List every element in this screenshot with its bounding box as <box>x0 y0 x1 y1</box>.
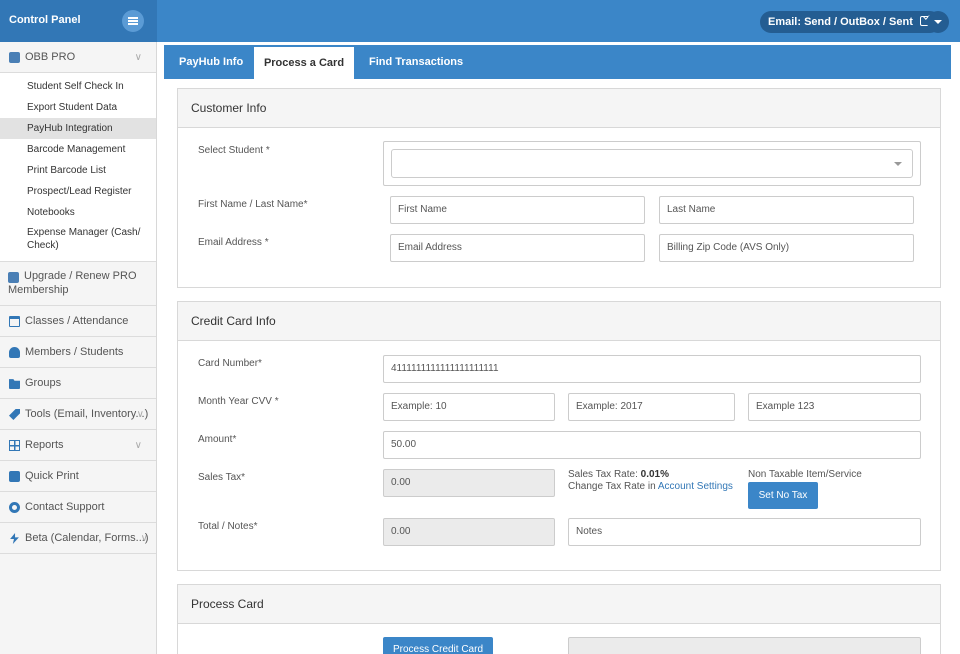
change-tax-text: Change Tax Rate in <box>568 481 656 492</box>
sales-tax-label: Sales Tax* <box>198 472 246 483</box>
sidebar-item-contact-support[interactable]: Contact Support <box>0 492 156 523</box>
month-input[interactable]: Example: 10 <box>383 393 555 421</box>
tab-payhub-info[interactable]: PayHub Info <box>179 45 243 79</box>
sidebar-item-label: OBB PRO <box>25 51 76 63</box>
month-year-cvv-label: Month Year CVV * <box>198 396 279 407</box>
credit-card-info-card: Credit Card Info Card Number* 4111111111… <box>177 301 941 571</box>
sidebar-item-quick-print[interactable]: Quick Print <box>0 461 156 492</box>
calendar-icon <box>9 316 20 327</box>
brand-title: Control Panel <box>9 14 81 26</box>
chevron-down-icon: ∨ <box>134 440 142 451</box>
card-number-input[interactable]: 4111111111111111111111 <box>383 355 921 383</box>
sidebar: OBB PRO ∨ Student Self Check In Export S… <box>0 42 157 654</box>
tab-process-a-card[interactable]: Process a Card <box>254 45 354 79</box>
sidebar-toggle-icon[interactable] <box>122 10 144 32</box>
total-notes-label: Total / Notes* <box>198 521 258 532</box>
sidebar-item-label: Groups <box>25 377 62 389</box>
tax-rate-prefix: Sales Tax Rate: <box>568 469 638 480</box>
folder-icon <box>9 379 20 389</box>
customer-info-card: Customer Info Select Student * First Nam… <box>177 88 941 288</box>
non-taxable-label: Non Taxable Item/Service <box>748 469 862 480</box>
sidebar-item-label: Contact Support <box>25 501 105 513</box>
cvv-input[interactable]: Example 123 <box>748 393 921 421</box>
credit-card-info-title: Credit Card Info <box>178 302 940 341</box>
sales-tax-input: 0.00 <box>383 469 555 497</box>
year-input[interactable]: Example: 2017 <box>568 393 735 421</box>
select-student-container <box>383 141 921 186</box>
sidebar-item-label: Beta (Calendar, Forms...) <box>25 532 149 544</box>
process-credit-card-button[interactable]: Process Credit Card <box>383 637 493 654</box>
customer-info-title: Customer Info <box>178 89 940 128</box>
set-no-tax-button[interactable]: Set No Tax <box>748 482 818 509</box>
cubes-icon <box>8 272 19 283</box>
card-number-label: Card Number* <box>198 358 262 369</box>
life-ring-icon <box>9 502 20 513</box>
name-label: First Name / Last Name* <box>198 199 308 210</box>
sidebar-item-label: Quick Print <box>25 470 79 482</box>
sidebar-item-groups[interactable]: Groups <box>0 368 156 399</box>
sidebar-item-members[interactable]: Members / Students <box>0 337 156 368</box>
sidebar-item-beta[interactable]: Beta (Calendar, Forms...) ∨ <box>0 523 156 554</box>
email-label: Email Address * <box>198 237 269 248</box>
process-card-title: Process Card <box>178 585 940 624</box>
sidebar-item-tools[interactable]: Tools (Email, Inventory...) ∨ <box>0 399 156 430</box>
chevron-down-icon: ∨ <box>134 52 142 63</box>
notes-input[interactable]: Notes <box>568 518 921 546</box>
last-name-input[interactable]: Last Name <box>659 196 914 224</box>
tab-find-transactions[interactable]: Find Transactions <box>369 45 463 79</box>
brand-area: Control Panel <box>0 0 157 42</box>
submenu-item-self-check-in[interactable]: Student Self Check In <box>0 76 156 97</box>
top-bar: Control Panel Email: Send / OutBox / Sen… <box>0 0 960 42</box>
submenu-item-export-data[interactable]: Export Student Data <box>0 97 156 118</box>
submenu-item-barcode-management[interactable]: Barcode Management <box>0 139 156 160</box>
amount-label: Amount* <box>198 434 237 445</box>
sidebar-item-obb-pro[interactable]: OBB PRO ∨ <box>0 42 156 73</box>
sidebar-item-reports[interactable]: Reports ∨ <box>0 430 156 461</box>
chevron-down-icon: ∨ <box>140 533 148 544</box>
sidebar-item-label: Classes / Attendance <box>25 315 129 327</box>
email-label: Email: Send / OutBox / Sent <box>768 16 913 28</box>
first-name-input[interactable]: First Name <box>390 196 645 224</box>
amount-input[interactable]: 50.00 <box>383 431 921 459</box>
sidebar-item-label: Reports <box>25 439 64 451</box>
sidebar-item-upgrade[interactable]: Upgrade / Renew PRO Membership <box>0 262 156 306</box>
sidebar-item-label: Tools (Email, Inventory...) <box>25 408 149 420</box>
email-input[interactable]: Email Address <box>390 234 645 262</box>
tab-bar: PayHub Info Process a Card Find Transact… <box>164 45 951 79</box>
wrench-icon <box>9 409 20 420</box>
sidebar-item-label: Upgrade / Renew PRO <box>24 270 137 282</box>
submenu-item-prospect-register[interactable]: Prospect/Lead Register <box>0 181 156 202</box>
submenu-item-print-barcode[interactable]: Print Barcode List <box>0 160 156 181</box>
email-button[interactable]: Email: Send / OutBox / Sent <box>760 11 941 33</box>
sidebar-item-label: Members / Students <box>25 346 124 358</box>
bolt-icon <box>10 533 19 544</box>
tax-rate-value: 0.01% <box>640 469 669 480</box>
table-icon <box>9 440 20 451</box>
main-content: PayHub Info Process a Card Find Transact… <box>164 42 952 654</box>
process-result-field <box>568 637 921 654</box>
sidebar-item-classes[interactable]: Classes / Attendance <box>0 306 156 337</box>
process-card-card: Process Card Process Credit Card <box>177 584 941 654</box>
select-student-label: Select Student * <box>198 145 270 156</box>
obb-pro-submenu: Student Self Check In Export Student Dat… <box>0 73 156 262</box>
printer-icon <box>9 471 20 482</box>
submenu-item-notebooks[interactable]: Notebooks <box>0 202 156 223</box>
billing-zip-input[interactable]: Billing Zip Code (AVS Only) <box>659 234 914 262</box>
select-student-dropdown[interactable] <box>391 149 913 178</box>
account-settings-link[interactable]: Account Settings <box>658 481 733 492</box>
sidebar-item-label-line2: Membership <box>8 284 69 296</box>
total-input: 0.00 <box>383 518 555 546</box>
user-icon <box>9 347 20 358</box>
user-menu-caret-icon[interactable] <box>927 11 949 33</box>
submenu-item-payhub[interactable]: PayHub Integration <box>0 118 156 139</box>
cubes-icon <box>9 52 20 63</box>
caret-down-icon <box>894 162 902 166</box>
chevron-down-icon: ∨ <box>136 409 144 420</box>
tax-rate-info: Sales Tax Rate: 0.01% Change Tax Rate in… <box>568 469 733 493</box>
submenu-item-expense-manager[interactable]: Expense Manager (Cash/ Check) <box>0 223 156 255</box>
